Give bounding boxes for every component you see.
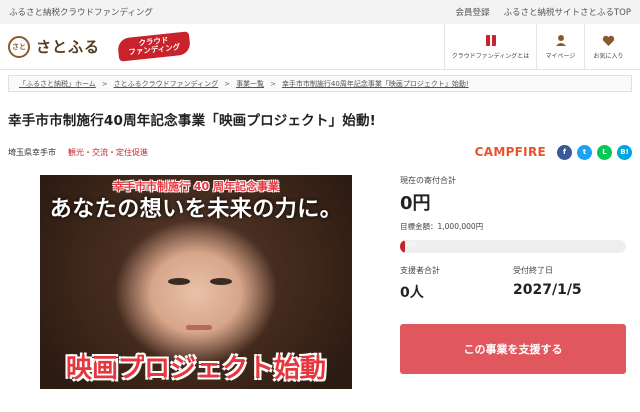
image-bottom-text: 映画プロジェクト始動 xyxy=(65,354,326,384)
progress-fill xyxy=(400,240,405,253)
book-icon xyxy=(484,34,498,48)
facebook-icon[interactable]: f xyxy=(557,144,572,160)
page-title: 幸手市市制施行40周年記念事業「映画プロジェクト」始動! xyxy=(8,113,377,129)
campfire-logo: CAMPFIRE xyxy=(474,145,546,159)
twitter-icon[interactable]: t xyxy=(577,144,592,160)
current-total-label: 現在の寄付合計 xyxy=(400,176,456,185)
meta-row: 埼玉県幸手市 観光・交流・定住促進 CAMPFIRE f t L B! xyxy=(0,129,640,165)
goal-amount: 目標金額：1,000,000円 xyxy=(400,222,484,231)
eye-right xyxy=(210,278,232,285)
eye-left xyxy=(168,278,190,285)
badge-line2: ファンディング xyxy=(128,42,181,58)
breadcrumb-sep: > xyxy=(270,79,276,88)
support-button[interactable]: この事業を支援する xyxy=(400,324,626,374)
image-main-text: あなたの想いを未来の力に。 xyxy=(49,197,343,222)
end-date-value: 2027/1/5 xyxy=(513,282,582,298)
progress-text: 0% xyxy=(406,241,418,249)
breadcrumb-sep: > xyxy=(101,79,108,88)
breadcrumb-current[interactable]: 幸手市市制施行40周年記念事業「映画プロジェクト」始動! xyxy=(282,79,469,89)
nav-label: お気に入り xyxy=(593,52,624,60)
header-nav: クラウドファンディングとは マイページ お気に入り xyxy=(444,23,632,70)
heart-icon xyxy=(602,34,616,48)
breadcrumb-home[interactable]: 「ふるさと納税」ホーム xyxy=(19,79,96,89)
main-content: 幸手市市制施行 40 周年記念事業 あなたの想いを未来の力に。 映画プロジェクト… xyxy=(0,165,640,389)
stats-row: 支援者合計 0人 受付終了日 2027/1/5 xyxy=(400,265,626,302)
top-bar: ふるさと納税クラウドファンディング 会員登録 ふるさと納税サイトさとふるTOP xyxy=(0,0,640,24)
supporters-stat: 支援者合計 0人 xyxy=(400,265,513,302)
project-image: 幸手市市制施行 40 周年記念事業 あなたの想いを未来の力に。 映画プロジェクト… xyxy=(40,175,352,389)
site-label: ふるさと納税クラウドファンディング xyxy=(9,8,153,18)
nav-favorites[interactable]: お気に入り xyxy=(584,23,632,70)
user-icon xyxy=(554,34,568,48)
satofull-top-link[interactable]: ふるさと納税サイトさとふるTOP xyxy=(503,6,631,18)
supporters-value: 0人 xyxy=(400,285,424,301)
nav-about-crowdfunding[interactable]: クラウドファンディングとは xyxy=(444,23,536,70)
site-header: さと さとふる クラウド ファンディング クラウドファンディングとは マイページ… xyxy=(0,23,640,70)
breadcrumb-wrap: 「ふるさと納税」ホーム > さとふるクラウドファンディング > 事業一覧 > 幸… xyxy=(0,70,640,92)
top-links: 会員登録 ふるさと納税サイトさとふるTOP xyxy=(455,6,631,18)
end-date-stat: 受付終了日 2027/1/5 xyxy=(513,265,626,302)
register-link[interactable]: 会員登録 xyxy=(455,6,489,18)
logo-text: さとふる xyxy=(36,38,101,56)
breadcrumb: 「ふるさと納税」ホーム > さとふるクラウドファンディング > 事業一覧 > 幸… xyxy=(8,75,632,92)
nav-label: クラウドファンディングとは xyxy=(451,52,530,60)
nav-mypage[interactable]: マイページ xyxy=(536,23,584,70)
project-meta: 埼玉県幸手市 観光・交流・定住促進 xyxy=(8,147,148,158)
line-icon[interactable]: L xyxy=(597,144,612,160)
region-label: 埼玉県幸手市 xyxy=(8,147,56,157)
crowdfunding-badge: クラウド ファンディング xyxy=(117,31,191,62)
breadcrumb-sep: > xyxy=(224,79,231,88)
breadcrumb-crowdfunding[interactable]: さとふるクラウドファンディング xyxy=(114,79,219,89)
hatena-icon[interactable]: B! xyxy=(617,144,632,160)
logo[interactable]: さと さとふる クラウド ファンディング xyxy=(8,31,191,62)
supporters-label: 支援者合計 xyxy=(400,266,440,275)
progress-bar: 0% xyxy=(400,240,626,253)
nav-label: マイページ xyxy=(545,52,576,60)
mouth xyxy=(186,325,212,330)
share-row: CAMPFIRE f t L B! xyxy=(474,144,632,160)
current-total-amount: 0円 xyxy=(400,193,431,214)
end-date-label: 受付終了日 xyxy=(513,266,553,275)
category-link[interactable]: 観光・交流・定住促進 xyxy=(68,147,148,158)
funding-panel: 現在の寄付合計 0円 目標金額：1,000,000円 0% 支援者合計 0人 受… xyxy=(400,175,626,389)
logo-mark-icon: さと xyxy=(8,35,30,58)
breadcrumb-project-list[interactable]: 事業一覧 xyxy=(236,79,264,89)
